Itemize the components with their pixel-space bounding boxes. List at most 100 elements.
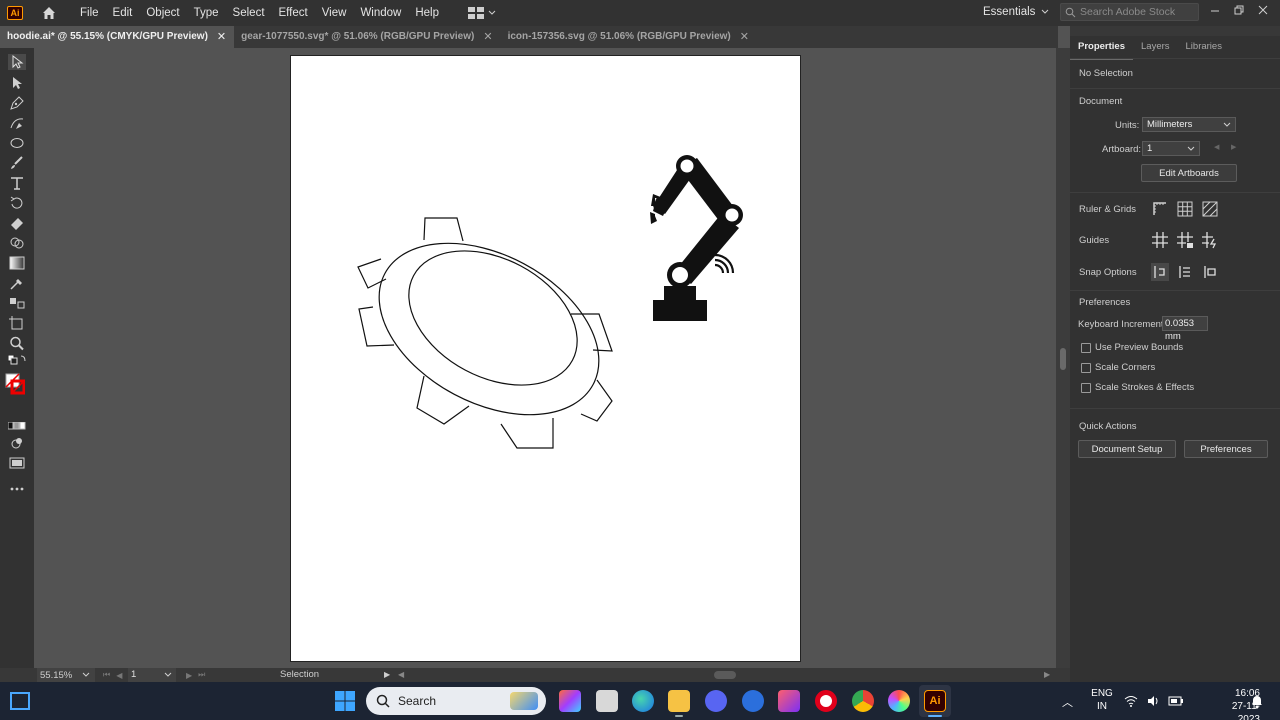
screen-mode-icon[interactable]	[8, 455, 26, 471]
show-desktop-icon[interactable]	[10, 691, 30, 711]
menu-object[interactable]: Object	[139, 0, 186, 26]
wifi-icon[interactable]	[1124, 695, 1138, 707]
close-icon[interactable]	[1258, 5, 1268, 15]
lock-guides-icon[interactable]	[1176, 231, 1194, 249]
minimize-icon[interactable]	[1210, 5, 1220, 15]
zoom-select[interactable]: 55.15%	[37, 668, 95, 682]
tab-layers[interactable]: Layers	[1133, 38, 1178, 60]
checkbox-box[interactable]	[1081, 382, 1091, 393]
color-picker-app-icon[interactable]	[888, 690, 910, 712]
menu-type[interactable]: Type	[187, 0, 226, 26]
illustrator-taskbar-icon[interactable]: Ai	[924, 690, 946, 712]
eraser-tool-icon[interactable]	[8, 215, 26, 231]
checkbox-box[interactable]	[1081, 342, 1091, 353]
status-menu-icon[interactable]: ▶	[384, 668, 390, 682]
grid-icon[interactable]	[1176, 200, 1194, 218]
task-view-icon[interactable]	[596, 690, 618, 712]
preferences-button[interactable]: Preferences	[1184, 440, 1268, 458]
next-artboard-icon[interactable]: ▶	[186, 671, 192, 680]
scrollbar-thumb[interactable]	[1060, 348, 1066, 370]
close-tab-icon[interactable]: ✕	[217, 26, 226, 48]
artboard[interactable]	[290, 55, 801, 662]
rotate-tool-icon[interactable]	[8, 195, 26, 211]
type-tool-icon[interactable]	[8, 175, 26, 191]
tab-icon[interactable]: icon-157356.svg @ 51.06% (RGB/GPU Previe…	[501, 26, 757, 48]
notification-bell-icon[interactable]	[1250, 693, 1264, 709]
windows-start-icon[interactable]	[334, 690, 356, 712]
edge-browser-icon[interactable]	[632, 690, 654, 712]
edit-artboards-button[interactable]: Edit Artboards	[1141, 164, 1237, 182]
close-tab-icon[interactable]: ✕	[740, 26, 749, 48]
default-colors-icon[interactable]	[8, 355, 26, 367]
transparency-grid-icon[interactable]	[1201, 200, 1219, 218]
smart-guides-icon[interactable]	[1201, 231, 1219, 249]
draw-mode-icon[interactable]	[8, 435, 26, 451]
discord-icon[interactable]	[705, 690, 727, 712]
tab-libraries[interactable]: Libraries	[1178, 38, 1230, 60]
taskbar-search[interactable]: Search	[366, 687, 546, 715]
ruler-icon[interactable]	[1151, 200, 1169, 218]
menu-view[interactable]: View	[315, 0, 354, 26]
artboard-select[interactable]: 1	[1142, 141, 1200, 156]
color-mode-icon[interactable]	[8, 422, 26, 430]
tab-gear[interactable]: gear-1077550.svg* @ 51.06% (RGB/GPU Prev…	[234, 26, 500, 48]
horizontal-scrollbar-thumb[interactable]	[714, 671, 736, 679]
scroll-left-icon[interactable]: ◀	[398, 668, 404, 682]
opera-browser-icon[interactable]	[815, 690, 837, 712]
units-select[interactable]: Millimeters	[1142, 117, 1236, 132]
menu-help[interactable]: Help	[408, 0, 446, 26]
next-artboard-icon[interactable]: ▶	[1231, 143, 1236, 151]
zoom-tool-icon[interactable]	[8, 335, 26, 351]
gradient-tool-icon[interactable]	[8, 255, 26, 271]
tab-hoodie[interactable]: hoodie.ai* @ 55.15% (CMYK/GPU Preview) ✕	[0, 26, 235, 48]
snap-to-pixel-icon[interactable]	[1176, 263, 1194, 281]
checkbox-box[interactable]	[1081, 362, 1091, 373]
close-tab-icon[interactable]: ✕	[483, 26, 492, 48]
arrange-documents-button[interactable]	[468, 7, 496, 19]
more-tools-icon[interactable]	[8, 484, 26, 494]
stock-search-input[interactable]: Search Adobe Stock	[1060, 3, 1199, 21]
curvature-tool-icon[interactable]	[8, 115, 26, 131]
eyedropper-tool-icon[interactable]	[8, 275, 26, 291]
menu-file[interactable]: File	[73, 0, 106, 26]
battery-icon[interactable]	[1168, 694, 1184, 708]
menu-window[interactable]: Window	[353, 0, 408, 26]
blend-tool-icon[interactable]	[8, 295, 26, 311]
language-indicator[interactable]: ENG IN	[1090, 687, 1114, 713]
show-hidden-icons-icon[interactable]: ︿	[1062, 694, 1073, 710]
menu-effect[interactable]: Effect	[272, 0, 315, 26]
vertical-scrollbar[interactable]	[1056, 48, 1070, 668]
keyboard-increment-input[interactable]: 0.0353 mm	[1162, 316, 1208, 342]
workspace-switcher[interactable]: Essentials	[983, 0, 1049, 24]
photos-app-icon[interactable]	[559, 690, 581, 712]
home-icon[interactable]	[41, 5, 57, 21]
selection-tool-icon[interactable]	[8, 54, 26, 70]
fill-stroke-swatch-icon[interactable]	[5, 373, 25, 395]
use-preview-bounds-checkbox[interactable]: Use Preview Bounds	[1081, 342, 1183, 353]
last-artboard-icon[interactable]: ⏭	[198, 670, 205, 680]
chrome-browser-icon[interactable]	[852, 690, 874, 712]
document-setup-button[interactable]: Document Setup	[1078, 440, 1176, 458]
menu-edit[interactable]: Edit	[106, 0, 140, 26]
snap-to-point-icon[interactable]	[1151, 263, 1169, 281]
canvas-area[interactable]	[34, 48, 1056, 668]
restore-icon[interactable]	[1234, 5, 1244, 15]
artboard-number-select[interactable]: 1	[128, 668, 176, 682]
volume-icon[interactable]	[1146, 694, 1160, 708]
word-app-icon[interactable]	[742, 690, 764, 712]
show-guides-icon[interactable]	[1151, 231, 1169, 249]
snap-to-glyph-icon[interactable]	[1201, 263, 1219, 281]
scroll-right-icon[interactable]: ▶	[1044, 668, 1050, 682]
shape-builder-tool-icon[interactable]	[8, 235, 26, 251]
tab-properties[interactable]: Properties	[1070, 38, 1133, 60]
previous-artboard-icon[interactable]: ◀	[1214, 143, 1219, 151]
scale-corners-checkbox[interactable]: Scale Corners	[1081, 362, 1155, 373]
paintbrush-tool-icon[interactable]	[8, 155, 26, 171]
artboard-tool-icon[interactable]	[8, 315, 26, 331]
file-explorer-icon[interactable]	[668, 690, 690, 712]
first-artboard-icon[interactable]: ⏮	[103, 670, 110, 680]
direct-selection-tool-icon[interactable]	[8, 75, 26, 91]
previous-artboard-icon[interactable]: ◀	[116, 671, 122, 680]
scale-strokes-effects-checkbox[interactable]: Scale Strokes & Effects	[1081, 382, 1194, 393]
menu-select[interactable]: Select	[226, 0, 272, 26]
